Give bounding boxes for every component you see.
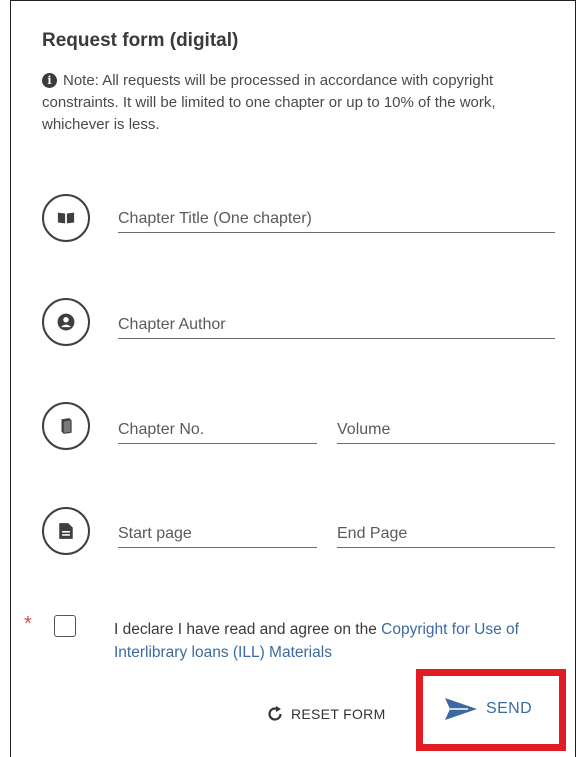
info-icon: i (42, 73, 57, 88)
form-note: i Note: All requests will be processed in… (42, 70, 522, 136)
volume-field[interactable] (337, 419, 555, 444)
declaration-label: I declare I have read and agree on the (114, 621, 382, 638)
document-icon (42, 507, 90, 555)
send-icon (445, 698, 477, 720)
reset-form-label: RESET FORM (291, 706, 386, 722)
end-page-field[interactable] (337, 523, 555, 548)
page: Request form (digital) i Note: All reques… (0, 0, 578, 757)
book-icon (42, 194, 90, 242)
send-button[interactable]: SEND (444, 697, 532, 721)
person-icon (42, 298, 90, 346)
books-icon (42, 402, 90, 450)
start-page-field[interactable] (118, 523, 317, 548)
required-marker: * (24, 613, 32, 635)
declaration-text: I declare I have read and agree on the C… (114, 618, 544, 664)
chapter-title-field[interactable] (118, 208, 555, 233)
volume-input[interactable] (337, 419, 555, 441)
refresh-icon (268, 706, 282, 721)
note-text: Note: All requests will be processed in … (42, 72, 496, 133)
send-label: SEND (486, 700, 533, 717)
end-page-input[interactable] (337, 523, 555, 545)
form-title: Request form (digital) (42, 30, 239, 51)
chapter-title-input[interactable] (118, 208, 555, 230)
reset-form-button[interactable]: RESET FORM (265, 704, 386, 724)
chapter-no-input[interactable] (118, 419, 317, 441)
chapter-no-field[interactable] (118, 419, 317, 444)
start-page-input[interactable] (118, 523, 317, 545)
chapter-author-input[interactable] (118, 314, 555, 336)
chapter-author-field[interactable] (118, 314, 555, 339)
declaration-checkbox[interactable] (54, 615, 76, 637)
